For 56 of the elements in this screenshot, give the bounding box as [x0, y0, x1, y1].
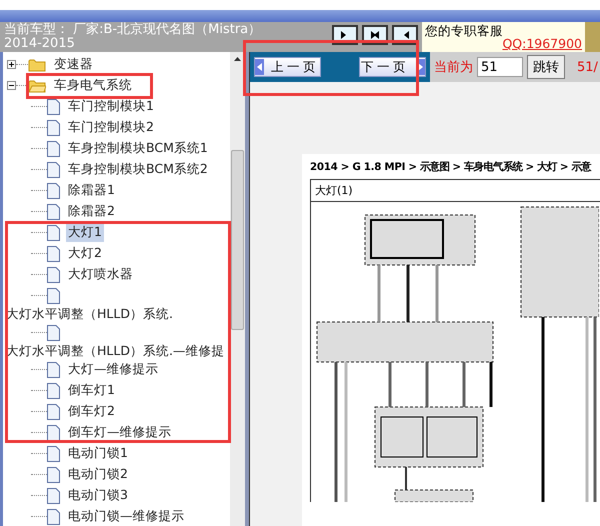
breadcrumb-text: 2014 > G 1.8 MPI > 示意图 > 车身电气系统 > 大灯 > 示意	[310, 160, 600, 180]
tree-item[interactable]: 倒车灯2	[66, 402, 117, 421]
tree-item[interactable]: 倒车灯1	[66, 381, 117, 400]
tree-item[interactable]: 大灯1	[66, 223, 104, 242]
next-page-button[interactable]: 下一页	[359, 57, 426, 77]
tree-item[interactable]: 除霜器1	[66, 181, 117, 200]
tree-folder[interactable]: 车身电气系统	[52, 76, 134, 95]
page-icon	[47, 508, 60, 524]
tree-item[interactable]: 电动门锁—维修提示	[66, 507, 186, 526]
expand-toggle-icon[interactable]	[7, 60, 16, 69]
previous-page-button[interactable]: 上一页	[254, 57, 321, 77]
folder-icon	[28, 58, 46, 72]
page-icon	[47, 324, 60, 340]
tree-item[interactable]: 车门控制模块2	[66, 118, 156, 137]
tree-item[interactable]: 大灯喷水器	[66, 265, 135, 284]
page-icon	[47, 488, 60, 504]
page-icon	[47, 466, 60, 482]
page-number-field[interactable]: 51	[477, 57, 523, 77]
tree-item[interactable]: 大灯2	[66, 244, 104, 263]
tree-item[interactable]: 电动门锁3	[66, 486, 130, 505]
page-icon	[47, 120, 60, 136]
page-icon	[47, 224, 60, 240]
page-icon	[47, 288, 60, 304]
tree-item[interactable]: 电动门锁1	[66, 444, 130, 463]
qq-link[interactable]: QQ:1967900	[502, 37, 582, 50]
page-icon	[47, 424, 60, 440]
jump-button[interactable]: 跳转	[527, 55, 565, 79]
current-page-label: 当前为	[434, 59, 473, 76]
page-icon	[47, 140, 60, 156]
page-icon	[47, 98, 60, 114]
tree-item[interactable]: 除霜器2	[66, 202, 117, 221]
page-icon	[47, 404, 60, 420]
page-icon	[47, 162, 60, 178]
arrow-icon	[368, 28, 382, 42]
tree-item[interactable]: 车身控制模块BCM系统1	[66, 139, 210, 158]
page-icon	[47, 246, 60, 262]
page-icon	[47, 382, 60, 398]
scrollbar[interactable]	[230, 52, 245, 526]
tree-folder[interactable]: 变速器	[52, 55, 95, 74]
page-icon	[47, 362, 60, 378]
folder-icon	[28, 78, 46, 92]
diagram-title: 大灯(1)	[311, 180, 600, 202]
page-count-text: 51/	[577, 60, 598, 74]
expand-toggle-icon[interactable]	[7, 81, 16, 90]
tree-item[interactable]: 电动门锁2	[66, 465, 130, 484]
support-label: 您的专职客服	[425, 24, 503, 37]
vehicle-model-text: 当前车型： 厂家:B-北京现代名图（Mistra）2014-2015	[4, 23, 262, 51]
page-icon	[47, 204, 60, 220]
page-icon	[47, 446, 60, 462]
tree-item[interactable]: 倒车灯—维修提示	[66, 423, 174, 442]
tree-item[interactable]: 大灯—维修提示	[66, 360, 160, 379]
page-icon	[47, 182, 60, 198]
scroll-thumb[interactable]	[231, 150, 244, 330]
page-icon	[47, 266, 60, 282]
tree-item[interactable]: 车身控制模块BCM系统2	[66, 160, 210, 179]
tree-item[interactable]: 车门控制模块1	[66, 97, 156, 116]
